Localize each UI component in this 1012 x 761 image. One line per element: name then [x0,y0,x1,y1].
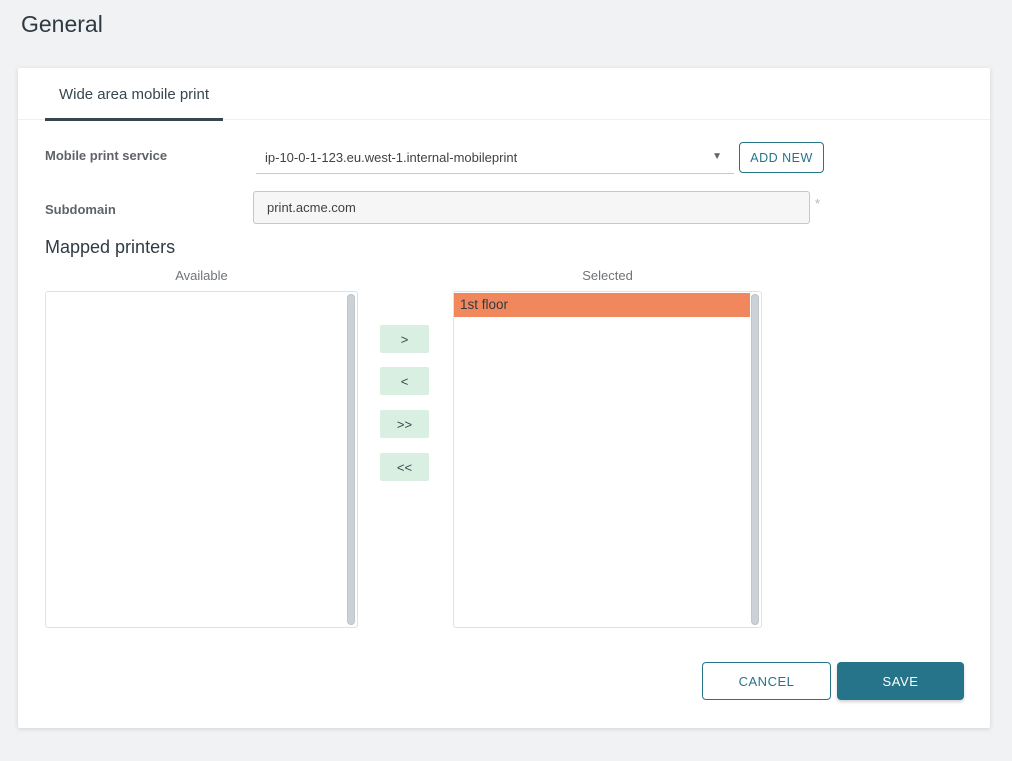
tab-bar: Wide area mobile print [18,68,990,120]
move-left-button[interactable]: < [380,367,429,395]
available-printers-listbox[interactable] [45,291,358,628]
add-new-button[interactable]: ADD NEW [739,142,824,173]
chevron-down-icon[interactable]: ▼ [712,152,722,162]
tab-active-underline [45,118,223,121]
move-all-left-button[interactable]: << [380,453,429,481]
scrollbar-thumb[interactable] [751,294,759,625]
mapped-printers-heading: Mapped printers [45,237,175,258]
subdomain-label: Subdomain [45,202,116,217]
move-right-button[interactable]: > [380,325,429,353]
tab-wide-area-mobile-print[interactable]: Wide area mobile print [45,68,223,120]
save-button[interactable]: SAVE [837,662,964,700]
settings-card: Wide area mobile print Mobile print serv… [18,68,990,728]
selected-scrollbar[interactable] [750,293,760,626]
mobile-print-service-label: Mobile print service [45,148,167,163]
available-scrollbar[interactable] [346,293,356,626]
cancel-button[interactable]: CANCEL [702,662,831,700]
selected-printers-listbox[interactable]: 1st floor [453,291,762,628]
required-asterisk: * [815,196,820,211]
mobile-print-service-value: ip-10-0-1-123.eu.west-1.internal-mobilep… [256,150,517,165]
scrollbar-thumb[interactable] [347,294,355,625]
page-title: General [21,11,103,38]
list-item[interactable]: 1st floor [454,293,750,317]
selected-list-label: Selected [453,268,762,283]
tab-label: Wide area mobile print [59,86,209,103]
selected-printers-items: 1st floor [454,292,750,627]
available-list-label: Available [45,268,358,283]
mobile-print-service-select[interactable]: ip-10-0-1-123.eu.west-1.internal-mobilep… [256,142,734,174]
move-all-right-button[interactable]: >> [380,410,429,438]
subdomain-input[interactable] [253,191,810,224]
available-printers-items [46,292,346,627]
